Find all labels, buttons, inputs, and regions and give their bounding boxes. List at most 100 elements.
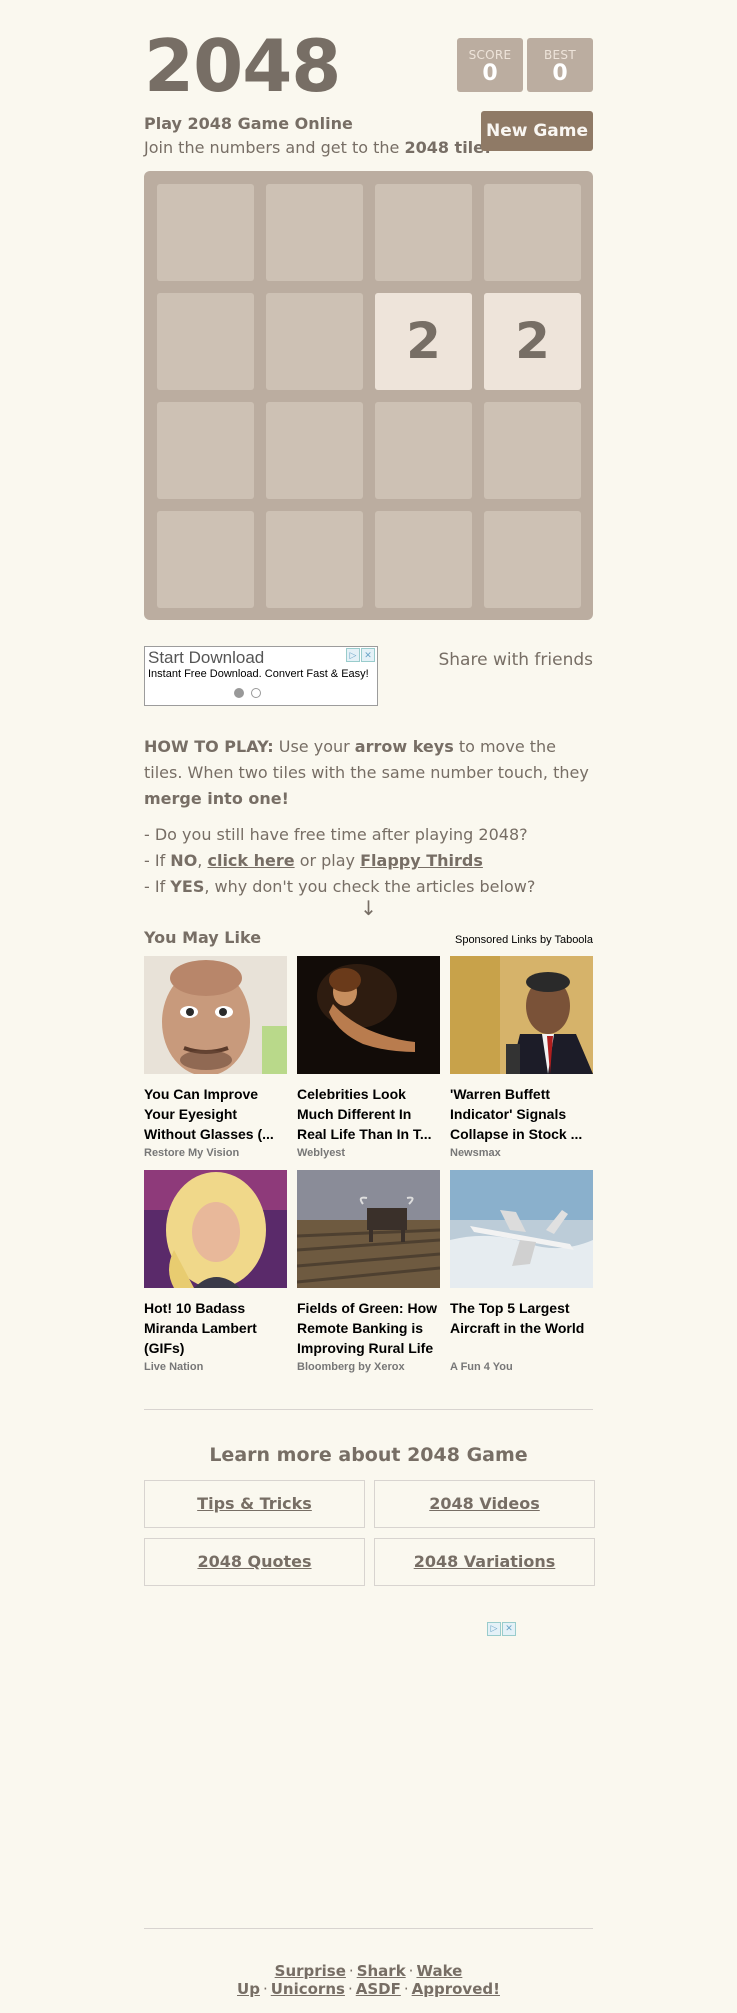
close-icon[interactable]: ✕ (502, 1622, 516, 1636)
grid-cell (375, 511, 472, 608)
separator: · (347, 1980, 353, 1998)
how-to-bold: arrow keys (354, 737, 454, 756)
subtitle: Play 2048 Game Online (144, 114, 353, 133)
adchoices-icon[interactable]: ▷ (487, 1622, 501, 1636)
score-value: 0 (482, 61, 498, 86)
grid-cell (157, 511, 254, 608)
article-card[interactable]: You Can Improve Your Eyesight Without Gl… (144, 956, 287, 1159)
article-card[interactable]: Celebrities Look Much Different In Real … (297, 956, 440, 1159)
promo-line: - If NO, click here or play Flappy Third… (144, 848, 593, 874)
article-source: Weblyest (297, 1147, 346, 1159)
flappy-thirds-link[interactable]: Flappy Thirds (360, 851, 483, 870)
click-here-link[interactable]: click here (207, 851, 294, 870)
article-image[interactable] (297, 956, 440, 1074)
tips-tricks-link[interactable]: Tips & Tricks (144, 1480, 365, 1528)
footer-link-unicorns[interactable]: Unicorns (271, 1980, 345, 1998)
grid-cell (157, 293, 254, 390)
adchoices-icon[interactable]: ▷ (346, 648, 360, 662)
article-source: A Fun 4 You (450, 1361, 513, 1373)
article-source: Bloomberg by Xerox (297, 1361, 405, 1373)
line-text: or play (294, 851, 361, 870)
quotes-link[interactable]: 2048 Quotes (144, 1538, 365, 1586)
promo-lines: - Do you still have free time after play… (144, 822, 593, 900)
divider (144, 1928, 593, 1929)
grid-cell (266, 511, 363, 608)
variations-link[interactable]: 2048 Variations (374, 1538, 595, 1586)
quotes-label[interactable]: 2048 Quotes (197, 1552, 311, 1571)
article-card[interactable]: 'Warren Buffett Indicator' Signals Colla… (450, 956, 593, 1159)
article-title[interactable]: Hot! 10 Badass Miranda Lambert (GIFs) (144, 1298, 287, 1358)
promo-line: - Do you still have free time after play… (144, 825, 528, 844)
separator: · (262, 1980, 268, 1998)
new-game-button[interactable]: New Game (481, 111, 593, 151)
separator: · (408, 1962, 414, 1980)
ad-description: Instant Free Download. Convert Fast & Ea… (148, 668, 369, 680)
footer-link-surprise[interactable]: Surprise (275, 1962, 346, 1980)
ad-pager[interactable] (234, 683, 268, 702)
grid-cell (484, 511, 581, 608)
grid-cell (484, 184, 581, 281)
grid-cell (375, 184, 472, 281)
learn-more-heading: Learn more about 2048 Game (209, 1444, 528, 1466)
share-with-friends[interactable]: Share with friends (438, 650, 593, 670)
separator: · (348, 1962, 354, 1980)
article-image[interactable] (296, 1170, 441, 1288)
videos-link[interactable]: 2048 Videos (374, 1480, 595, 1528)
close-icon[interactable]: ✕ (361, 648, 375, 662)
tile: 2 (375, 293, 472, 390)
separator: · (403, 1980, 409, 1998)
article-title[interactable]: 'Warren Buffett Indicator' Signals Colla… (450, 1084, 593, 1144)
footer-link-shark[interactable]: Shark (357, 1962, 406, 1980)
article-image[interactable] (450, 1170, 593, 1288)
footer-link-approved[interactable]: Approved! (412, 1980, 500, 1998)
tagline-text: Join the numbers and get to the (144, 138, 405, 157)
line-text: - If (144, 877, 171, 896)
article-image[interactable] (144, 956, 287, 1076)
line-text: , (197, 851, 208, 870)
grid-cell (266, 402, 363, 499)
down-arrow-icon: ↓ (360, 896, 377, 920)
you-may-like-heading: You May Like (144, 928, 262, 947)
grid-cell (375, 402, 472, 499)
pager-dot[interactable] (234, 688, 244, 698)
game-board[interactable]: 2 2 (144, 171, 593, 620)
tagline-bold: 2048 tile! (404, 138, 492, 157)
article-card[interactable]: Fields of Green: How Remote Banking is I… (296, 1170, 441, 1373)
tagline: Join the numbers and get to the 2048 til… (144, 138, 491, 157)
tips-tricks-label[interactable]: Tips & Tricks (197, 1494, 312, 1513)
sponsored-links[interactable]: Sponsored Links by Taboola (455, 934, 593, 946)
how-to-play: HOW TO PLAY: Use your arrow keys to move… (144, 734, 593, 812)
how-to-bold: merge into one! (144, 789, 289, 808)
article-title[interactable]: Fields of Green: How Remote Banking is I… (297, 1298, 440, 1358)
tile: 2 (484, 293, 581, 390)
how-to-text: Use your (273, 737, 355, 756)
score-box: SCORE 0 (457, 38, 523, 92)
how-to-label: HOW TO PLAY: (144, 737, 274, 756)
article-source: Restore My Vision (144, 1147, 240, 1159)
divider (144, 1409, 593, 1410)
article-title[interactable]: Celebrities Look Much Different In Real … (297, 1084, 440, 1144)
line-text: - If (144, 851, 171, 870)
variations-label[interactable]: 2048 Variations (414, 1552, 556, 1571)
grid-cell (266, 293, 363, 390)
article-image[interactable] (144, 1170, 287, 1288)
score-label: SCORE (468, 48, 512, 62)
grid-cell (484, 402, 581, 499)
footer-link-asdf[interactable]: ASDF (356, 1980, 401, 1998)
pager-dot[interactable] (251, 688, 261, 698)
ad-headline[interactable]: Start Download (145, 647, 377, 668)
article-card[interactable]: Hot! 10 Badass Miranda Lambert (GIFs) Li… (144, 1170, 287, 1373)
ad-banner[interactable]: Start Download Instant Free Download. Co… (144, 646, 378, 706)
grid-cell (157, 184, 254, 281)
article-title[interactable]: The Top 5 Largest Aircraft in the World (450, 1298, 593, 1358)
article-title[interactable]: You Can Improve Your Eyesight Without Gl… (144, 1084, 287, 1144)
best-label: BEST (544, 48, 576, 62)
grid-cell (157, 402, 254, 499)
grid-cell (266, 184, 363, 281)
line-bold: YES (170, 877, 205, 896)
videos-label[interactable]: 2048 Videos (429, 1494, 540, 1513)
best-box: BEST 0 (527, 38, 593, 92)
article-source: Live Nation (144, 1361, 204, 1373)
article-image[interactable] (450, 956, 593, 1074)
article-card[interactable]: The Top 5 Largest Aircraft in the World … (450, 1170, 593, 1373)
